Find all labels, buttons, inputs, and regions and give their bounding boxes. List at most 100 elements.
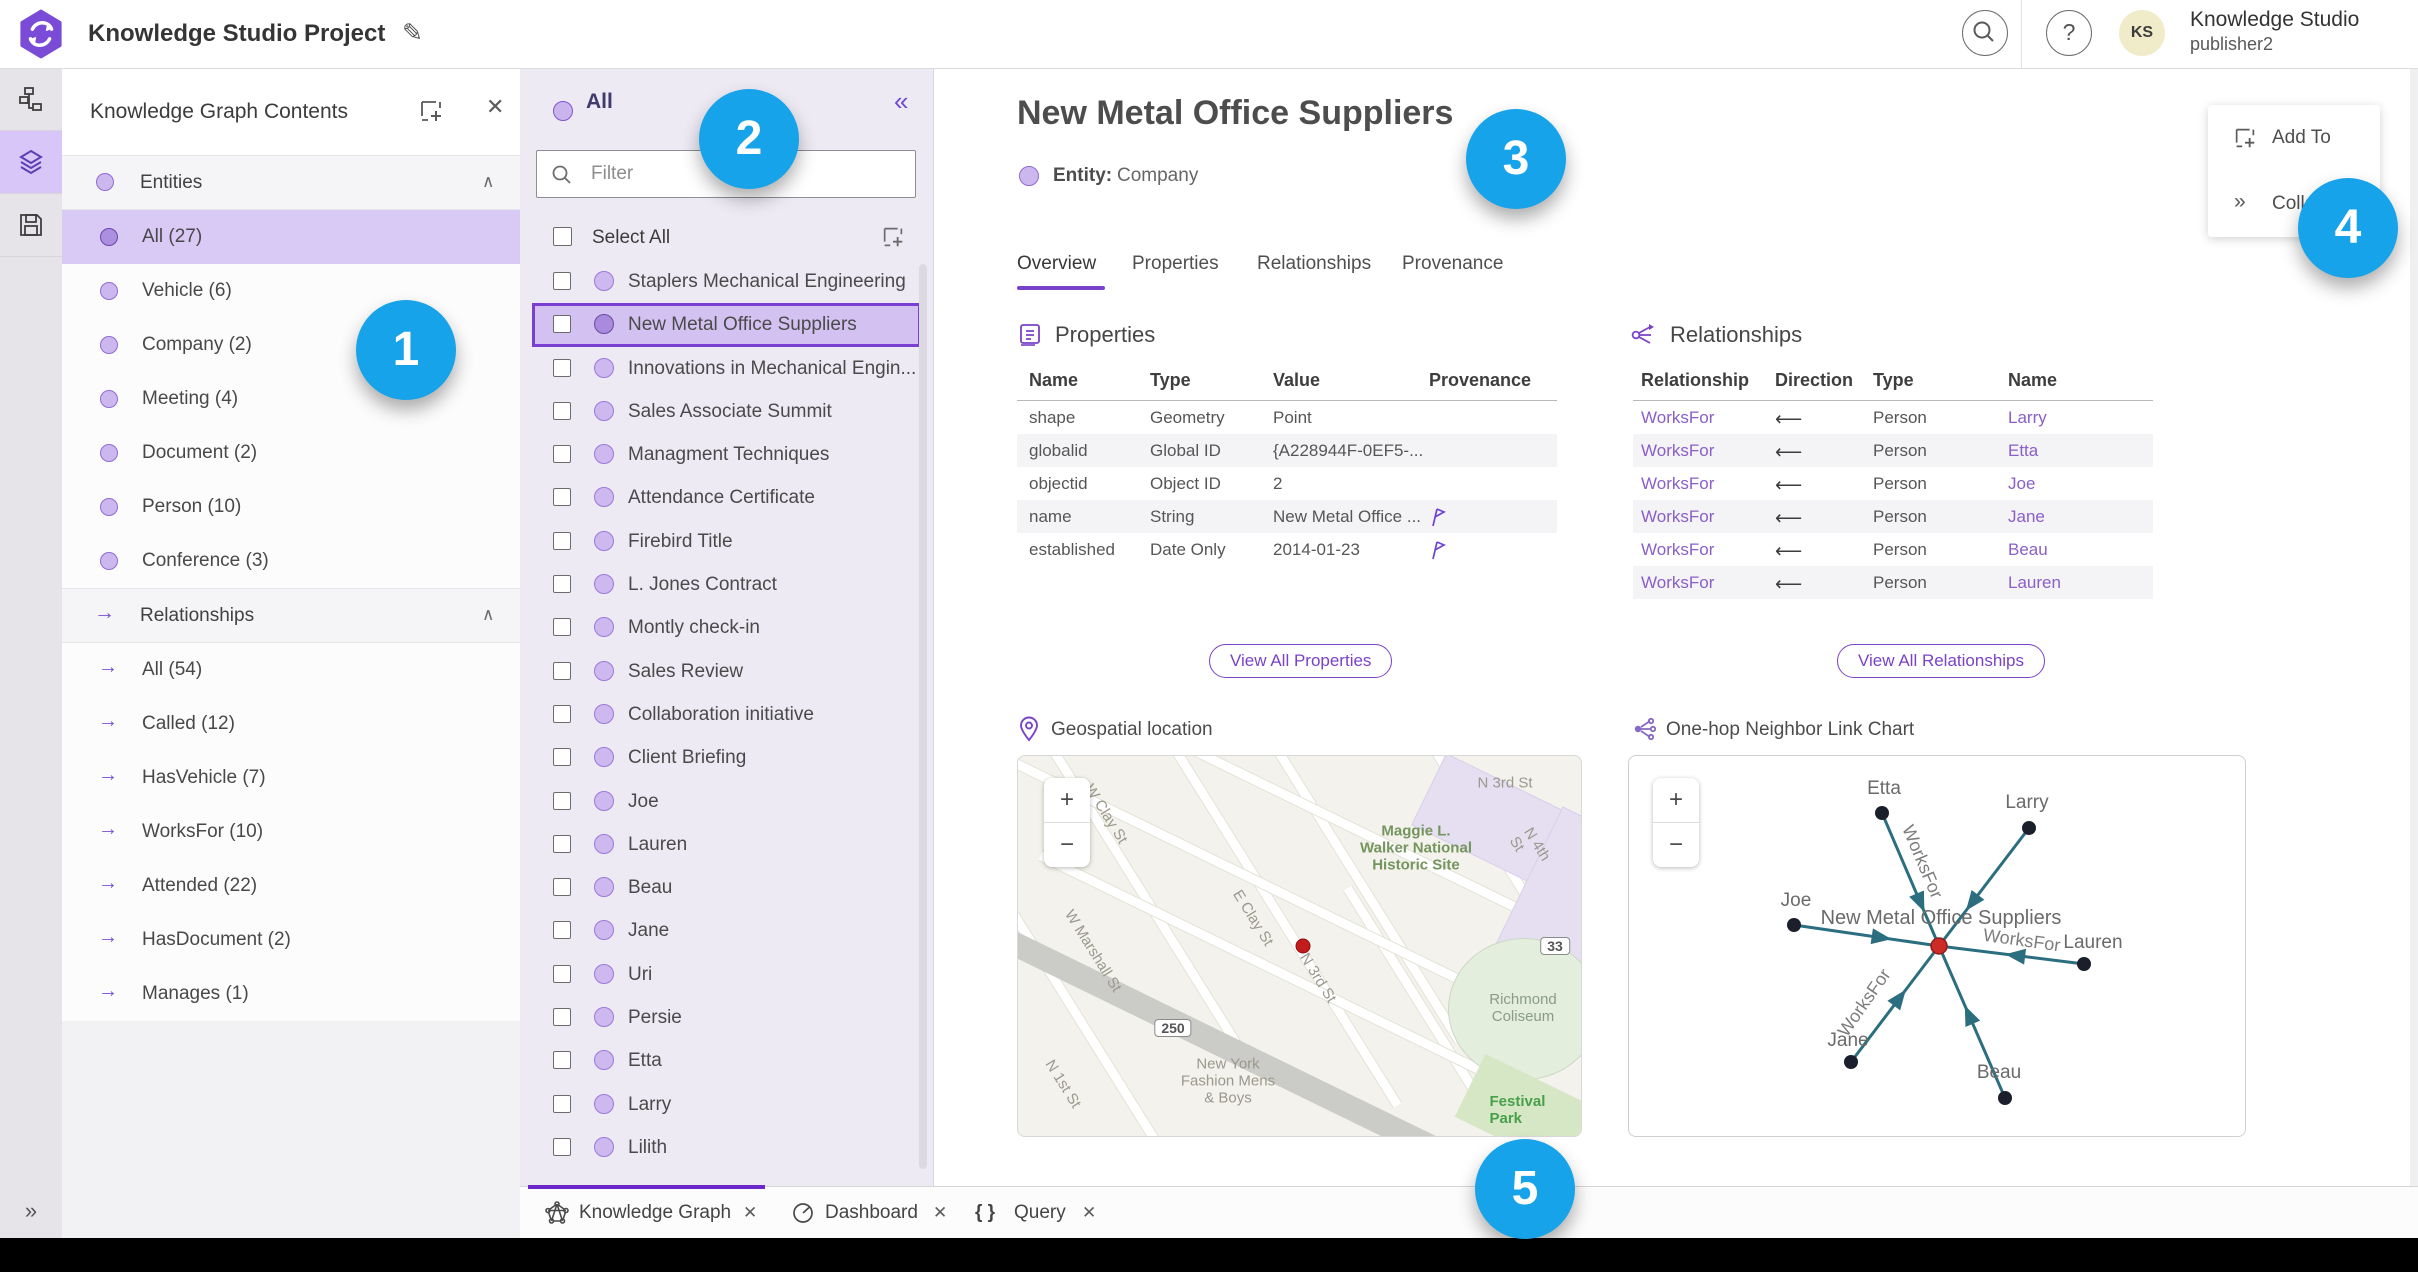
list-item[interactable]: Managment Techniques [520, 433, 933, 476]
list-item[interactable]: Lauren [520, 823, 933, 866]
add-to-menu-item[interactable]: Add To [2208, 105, 2380, 171]
entity-type-item[interactable]: Conference (3) [62, 534, 520, 588]
list-item[interactable]: Lilith [520, 1126, 933, 1169]
item-checkbox[interactable] [553, 488, 571, 507]
graph-node[interactable] [1998, 1091, 2012, 1105]
list-item[interactable]: Joe [520, 780, 933, 823]
item-checkbox[interactable] [553, 1008, 571, 1027]
item-checkbox[interactable] [553, 445, 571, 464]
tab-knowledge-graph[interactable]: Knowledge Graph ✕ [528, 1187, 778, 1239]
one-hop-link-chart[interactable]: Etta Larry Joe Lauren Jane Beau New Metal Offi… [1628, 755, 2246, 1137]
entity-type-item[interactable]: All (27) [62, 210, 520, 264]
relationship-type-item[interactable]: → HasVehicle (7) [62, 751, 520, 805]
entities-section-header[interactable]: Entities ∧ [62, 155, 520, 210]
relationships-section-header[interactable]: → Relationships ∧ [62, 588, 520, 643]
related-name-link[interactable]: Etta [2008, 441, 2038, 461]
list-item[interactable]: L. Jones Contract [520, 563, 933, 606]
list-item[interactable]: Etta [520, 1039, 933, 1082]
item-checkbox[interactable] [553, 1051, 571, 1070]
entity-type-item[interactable]: Meeting (4) [62, 372, 520, 426]
relationship-link[interactable]: WorksFor [1641, 408, 1714, 428]
list-item[interactable]: Attendance Certificate [520, 476, 933, 519]
tab-overview[interactable]: Overview [1017, 253, 1096, 275]
relationship-type-item[interactable]: → Manages (1) [62, 967, 520, 1021]
related-name-link[interactable]: Joe [2008, 474, 2035, 494]
relationship-link[interactable]: WorksFor [1641, 573, 1714, 593]
provenance-flag-icon[interactable] [1429, 507, 1447, 527]
item-checkbox[interactable] [553, 834, 571, 853]
item-checkbox[interactable] [553, 1137, 571, 1156]
add-content-button[interactable] [417, 97, 445, 125]
item-checkbox[interactable] [553, 878, 571, 897]
provenance-flag-icon[interactable] [1429, 540, 1447, 560]
relationship-type-item[interactable]: → Called (12) [62, 697, 520, 751]
tab-properties[interactable]: Properties [1132, 253, 1219, 275]
chevron-up-icon[interactable]: ∧ [482, 156, 494, 207]
tab-relationships[interactable]: Relationships [1257, 253, 1371, 275]
list-item[interactable]: Larry [520, 1083, 933, 1126]
list-item[interactable]: Client Briefing [520, 736, 933, 779]
relationship-type-item[interactable]: → Attended (22) [62, 859, 520, 913]
graph-center-node[interactable] [1930, 937, 1948, 955]
zoom-out-button[interactable]: − [1044, 822, 1090, 867]
list-item[interactable]: Montly check-in [520, 606, 933, 649]
entity-type-item[interactable]: Person (10) [62, 480, 520, 534]
list-item[interactable]: Innovations in Mechanical Engin... [520, 347, 933, 390]
item-checkbox[interactable] [553, 401, 571, 420]
rail-item-layers[interactable] [0, 131, 62, 194]
item-checkbox[interactable] [553, 618, 571, 637]
zoom-in-button[interactable]: + [1653, 778, 1699, 822]
list-scrollbar[interactable] [919, 264, 927, 1169]
item-checkbox[interactable] [553, 964, 571, 983]
item-checkbox[interactable] [553, 748, 571, 767]
edit-title-icon[interactable]: ✎ [402, 0, 423, 68]
related-name-link[interactable]: Jane [2008, 507, 2045, 527]
list-item[interactable]: Collaboration initiative [520, 693, 933, 736]
item-checkbox[interactable] [553, 921, 571, 940]
relationship-link[interactable]: WorksFor [1641, 474, 1714, 494]
relationship-type-item[interactable]: → WorksFor (10) [62, 805, 520, 859]
list-item[interactable]: Firebird Title [520, 520, 933, 563]
related-name-link[interactable]: Larry [2008, 408, 2047, 428]
related-name-link[interactable]: Lauren [2008, 573, 2061, 593]
tab-query[interactable]: { } Query ✕ [965, 1187, 1105, 1239]
tab-provenance[interactable]: Provenance [1402, 253, 1503, 275]
item-checkbox[interactable] [553, 358, 571, 377]
close-tab-icon[interactable]: ✕ [743, 1187, 757, 1239]
list-item[interactable]: Staplers Mechanical Engineering [520, 260, 933, 303]
related-name-link[interactable]: Beau [2008, 540, 2048, 560]
list-item[interactable]: Jane [520, 909, 933, 952]
item-checkbox[interactable] [553, 1094, 571, 1113]
list-item[interactable]: New Metal Office Suppliers [532, 303, 921, 347]
relationship-type-item[interactable]: → HasDocument (2) [62, 913, 520, 967]
graph-node[interactable] [1875, 806, 1889, 820]
relationship-type-item[interactable]: → All (54) [62, 643, 520, 697]
rail-item-save[interactable] [0, 194, 62, 257]
close-tab-icon[interactable]: ✕ [1082, 1187, 1096, 1239]
relationship-link[interactable]: WorksFor [1641, 441, 1714, 461]
tab-dashboard[interactable]: Dashboard ✕ [785, 1187, 955, 1239]
list-item[interactable]: Persie [520, 996, 933, 1039]
collapse-panel-icon[interactable]: « [894, 86, 908, 117]
rail-expand-button[interactable]: » [0, 1198, 62, 1224]
item-checkbox[interactable] [553, 661, 571, 680]
entity-type-item[interactable]: Document (2) [62, 426, 520, 480]
item-checkbox[interactable] [553, 531, 571, 550]
chevron-up-icon[interactable]: ∧ [482, 589, 494, 640]
graph-node[interactable] [1844, 1055, 1858, 1069]
list-item[interactable]: Sales Review [520, 650, 933, 693]
search-button[interactable] [1962, 10, 2008, 56]
view-all-relationships-button[interactable]: View All Relationships [1837, 644, 2045, 678]
close-tab-icon[interactable]: ✕ [933, 1187, 947, 1239]
entity-type-item[interactable]: Vehicle (6) [62, 264, 520, 318]
relationship-link[interactable]: WorksFor [1641, 507, 1714, 527]
add-selection-button[interactable] [880, 224, 906, 250]
main-scrollbar[interactable] [2410, 68, 2418, 1186]
geospatial-map[interactable]: W Clay St E Clay St W Marshall St N 3rd St N… [1017, 755, 1582, 1137]
zoom-in-button[interactable]: + [1044, 778, 1090, 822]
help-button[interactable]: ? [2046, 10, 2092, 56]
rail-item-hierarchy[interactable] [0, 68, 62, 131]
relationship-link[interactable]: WorksFor [1641, 540, 1714, 560]
zoom-out-button[interactable]: − [1653, 822, 1699, 867]
item-checkbox[interactable] [553, 272, 571, 290]
